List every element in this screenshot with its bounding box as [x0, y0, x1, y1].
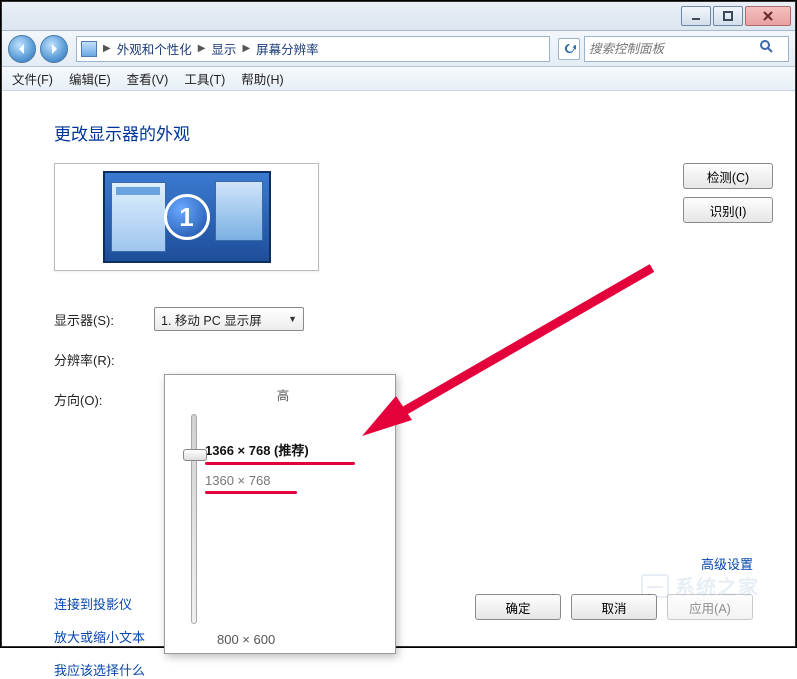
breadcrumb[interactable]: ▶ 外观和个性化 ▶ 显示 ▶ 屏幕分辨率: [76, 36, 550, 62]
which-choose-link[interactable]: 我应该选择什么: [54, 660, 145, 679]
identify-button[interactable]: 识别(I): [683, 197, 773, 223]
resolution-option-second[interactable]: 1360 × 768: [205, 473, 381, 488]
minimize-button[interactable]: [681, 6, 711, 26]
monitor-icon: [81, 41, 97, 57]
maximize-button[interactable]: [713, 6, 743, 26]
menu-edit[interactable]: 编辑(E): [69, 69, 111, 88]
forward-button[interactable]: [40, 35, 68, 63]
text-size-link[interactable]: 放大或缩小文本: [54, 627, 145, 646]
chevron-down-icon: ▼: [288, 314, 297, 324]
display-preview-frame[interactable]: 1: [54, 163, 319, 271]
chevron-right-icon: ▶: [196, 43, 208, 54]
menu-help[interactable]: 帮助(H): [241, 69, 283, 88]
annotation-underline: [205, 462, 355, 465]
resolution-option-low[interactable]: 800 × 600: [217, 632, 381, 647]
display-select[interactable]: 1. 移动 PC 显示屏 ▼: [154, 307, 304, 331]
menu-bar: 文件(F) 编辑(E) 查看(V) 工具(T) 帮助(H): [2, 67, 795, 91]
back-button[interactable]: [8, 35, 36, 63]
annotation-underline: [205, 491, 297, 494]
display-select-value: 1. 移动 PC 显示屏: [161, 310, 262, 329]
close-button[interactable]: [745, 6, 791, 26]
search-box[interactable]: [584, 36, 789, 62]
resolution-option-recommended[interactable]: 1366 × 768 (推荐): [205, 440, 381, 459]
display-label: 显示器(S):: [54, 310, 154, 329]
refresh-button[interactable]: [558, 38, 580, 60]
menu-view[interactable]: 查看(V): [127, 69, 169, 88]
menu-tools[interactable]: 工具(T): [184, 69, 225, 88]
chevron-right-icon: ▶: [101, 43, 113, 54]
content-pane: 更改显示器的外观 1 检测(C) 识别(I) 显示器(S): 1. 移动 PC …: [24, 106, 773, 626]
resolution-label: 分辨率(R):: [54, 350, 154, 369]
menu-file[interactable]: 文件(F): [12, 69, 53, 88]
breadcrumb-resolution[interactable]: 屏幕分辨率: [256, 39, 319, 58]
page-title: 更改显示器的外观: [54, 120, 773, 145]
orientation-label: 方向(O):: [54, 390, 154, 409]
desktop-thumbnail-icon: [111, 182, 166, 252]
slider-high-label: 高: [185, 385, 381, 404]
navigation-bar: ▶ 外观和个性化 ▶ 显示 ▶ 屏幕分辨率: [2, 31, 795, 67]
resolution-slider-popup: 高 1366 × 768 (推荐) 1360 × 768 800 × 600: [164, 374, 396, 654]
chevron-right-icon: ▶: [240, 43, 252, 54]
ok-button[interactable]: 确定: [475, 594, 561, 620]
projector-link[interactable]: 连接到投影仪: [54, 594, 145, 613]
breadcrumb-display[interactable]: 显示: [211, 39, 236, 58]
window-thumbnail-icon: [215, 181, 263, 241]
advanced-settings-link[interactable]: 高级设置: [701, 554, 753, 573]
breadcrumb-appearance[interactable]: 外观和个性化: [117, 39, 192, 58]
resolution-slider-track[interactable]: [191, 414, 197, 624]
apply-button[interactable]: 应用(A): [667, 594, 753, 620]
resolution-slider-thumb[interactable]: [183, 449, 207, 461]
display-number-badge: 1: [164, 194, 210, 240]
search-icon: [759, 39, 773, 58]
display-preview-monitor: 1: [103, 171, 271, 263]
search-input[interactable]: [589, 42, 759, 56]
cancel-button[interactable]: 取消: [571, 594, 657, 620]
window-titlebar: [2, 2, 795, 31]
detect-button[interactable]: 检测(C): [683, 163, 773, 189]
